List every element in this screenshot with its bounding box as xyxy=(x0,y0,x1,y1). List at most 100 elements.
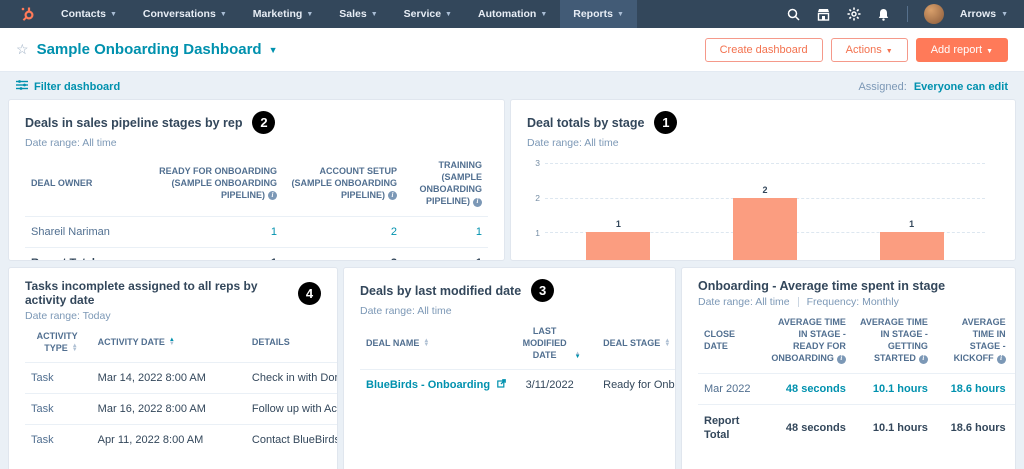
external-link-icon[interactable] xyxy=(497,379,506,391)
sort-icon[interactable]: ▲ ▼ xyxy=(72,343,78,352)
bar-training[interactable]: 1 xyxy=(879,219,944,260)
info-icon[interactable]: i xyxy=(918,354,928,364)
column-header[interactable]: TRAINING (SAMPLE ONBOARDING PIPELINE) i xyxy=(403,151,488,216)
table-row-total: Report Total 1 2 1 xyxy=(25,246,488,260)
bar-value-label: 1 xyxy=(615,219,621,230)
user-avatar[interactable] xyxy=(923,4,944,24)
info-icon[interactable]: i xyxy=(996,354,1006,364)
total-cell: 2 xyxy=(283,246,403,260)
details-cell: Check in with Donna on template re-cr xyxy=(211,362,337,394)
y-tick: 1 xyxy=(535,227,540,238)
card-deal-totals-by-stage: Deal totals by stage 1 Date range: All t… xyxy=(510,99,1016,261)
page-title: Sample Onboarding Dashboard xyxy=(36,41,262,58)
divider xyxy=(797,297,799,307)
column-header[interactable]: AVERAGE TIME IN STAGE - GETTING STARTED i xyxy=(852,308,934,373)
date-range-label: Date range: All time xyxy=(698,296,790,308)
actions-button[interactable]: Actions ▼ xyxy=(830,37,908,62)
bar-value-label: 2 xyxy=(762,184,768,195)
chevron-down-icon: ▼ xyxy=(540,10,548,18)
chevron-down-icon: ▼ xyxy=(986,47,993,55)
date-range-label: Date range: All time xyxy=(360,305,452,317)
bar-account-setup[interactable]: 2 xyxy=(733,185,797,260)
column-header[interactable]: AVERAGE TIME IN STAGE - KICKOFF i xyxy=(934,308,1012,373)
info-icon[interactable]: i xyxy=(836,354,846,364)
bar-value-label: 1 xyxy=(909,219,915,230)
deal-count-link[interactable]: 2 xyxy=(391,226,397,238)
plot-area: 1 2 1 xyxy=(545,163,985,260)
details-cell: Follow up with Access point for integra xyxy=(211,393,337,425)
bar-ready-for-onboarding[interactable]: 1 xyxy=(586,219,651,260)
deal-stage-cell: Ready for Onboarding (Sample On xyxy=(587,369,675,401)
column-header[interactable]: DEAL OWNER xyxy=(25,151,133,216)
nav-item-contacts[interactable]: Contacts ▼ xyxy=(48,0,130,28)
activity-type-cell: Task xyxy=(25,393,84,425)
card-title: Deals by last modified date xyxy=(360,283,522,298)
table-row: BlueBirds - Onboarding 3/11/2022 Ready f… xyxy=(360,369,675,401)
nav-menu: Contacts ▼ Conversations ▼ Marketing ▼ Sale… xyxy=(48,0,637,28)
nav-item-service[interactable]: Service ▼ xyxy=(391,0,465,28)
sort-icon[interactable]: ▲ ▼ xyxy=(169,337,175,346)
total-cell: 10.1 hours xyxy=(851,403,934,452)
activity-date-cell: Mar 14, 2022 8:00 AM xyxy=(83,362,212,394)
annotation-badge-3: 3 xyxy=(531,279,555,302)
column-header[interactable]: LAST MODIFIED DATE ▲ ▼ xyxy=(512,317,587,370)
gear-icon[interactable] xyxy=(847,7,861,21)
add-report-button[interactable]: Add report ▼ xyxy=(915,37,1008,62)
deals-by-rep-table: DEAL OWNER READY FOR ONBOARDING (SAMPLE … xyxy=(25,151,488,260)
nav-item-marketing[interactable]: Marketing ▼ xyxy=(240,0,327,28)
date-range-label: Date range: All time xyxy=(25,137,117,149)
column-header[interactable]: CLOSE DATE xyxy=(698,308,761,373)
bell-icon[interactable] xyxy=(877,7,891,21)
y-tick: 3 xyxy=(535,158,540,168)
column-header[interactable]: ACCOUNT SETUP (SAMPLE ONBOARDING PIPELIN… xyxy=(283,151,403,216)
marketplace-icon[interactable] xyxy=(817,7,831,21)
sort-icon[interactable]: ▲ ▼ xyxy=(423,338,429,347)
chevron-down-icon: ▼ xyxy=(885,47,893,55)
table-row: Task Mar 16, 2022 8:00 AM Follow up with… xyxy=(25,393,337,425)
column-header[interactable]: DETAILS xyxy=(212,322,337,363)
column-header[interactable]: ACTIVITY TYPE ▲ ▼ xyxy=(25,322,84,363)
report-total-label: Report Total xyxy=(25,246,133,260)
favorite-star-icon[interactable]: ☆ xyxy=(16,41,29,58)
column-header[interactable]: AVERAGE TIME IN STAGE - READY FOR ONBOAR… xyxy=(761,308,852,373)
card-deals-by-rep: Deals in sales pipeline stages by rep 2 … xyxy=(8,99,505,261)
deal-count-link[interactable]: 1 xyxy=(476,226,482,238)
column-header[interactable]: DEAL NAME ▲ ▼ xyxy=(360,317,512,370)
top-nav: Contacts ▼ Conversations ▼ Marketing ▼ Sale… xyxy=(0,0,1024,28)
column-header[interactable]: AVERAGE TIME IN STAGE - ACCOUNT SETUPi xyxy=(1012,308,1015,373)
card-title: Onboarding - Average time spent in stage xyxy=(698,279,946,293)
chevron-down-icon: ▼ xyxy=(370,10,378,18)
chevron-down-icon: ▼ xyxy=(109,10,117,18)
account-menu[interactable]: Arrows ▼ xyxy=(960,8,1018,20)
search-icon[interactable] xyxy=(787,7,801,21)
activity-date-cell: Apr 11, 2022 8:00 AM xyxy=(83,424,212,456)
date-range-label: Date range: Today xyxy=(25,310,111,322)
column-header[interactable]: DEAL STAGE ▲ ▼ xyxy=(587,317,675,370)
deal-owner-cell: Shareil Nariman xyxy=(25,215,133,248)
nav-item-sales[interactable]: Sales ▼ xyxy=(326,0,390,28)
sort-icon[interactable]: ▲ ▼ xyxy=(575,351,581,360)
sort-icon[interactable]: ▲ ▼ xyxy=(664,338,670,347)
info-icon[interactable]: i xyxy=(388,191,397,201)
filter-dashboard-button[interactable]: Filter dashboard xyxy=(16,80,120,93)
chevron-down-icon: ▼ xyxy=(219,10,227,18)
dashboard-switcher-caret-icon[interactable]: ▼ xyxy=(269,45,278,55)
assigned-value-link[interactable]: Everyone can edit xyxy=(914,81,1008,93)
info-icon[interactable]: i xyxy=(268,191,277,201)
details-cell: Contact BlueBirds for template reivew xyxy=(211,424,337,456)
column-header[interactable]: READY FOR ONBOARDING (SAMPLE ONBOARDING … xyxy=(133,151,283,216)
deal-name-link[interactable]: BlueBirds - Onboarding xyxy=(366,379,490,391)
avg-time-link[interactable]: 48 seconds xyxy=(786,383,846,395)
info-icon[interactable]: i xyxy=(473,197,482,207)
create-dashboard-button[interactable]: Create dashboard xyxy=(704,37,823,62)
nav-item-label: Service xyxy=(403,8,442,20)
nav-item-automation[interactable]: Automation ▼ xyxy=(465,0,560,28)
column-header[interactable]: ACTIVITY DATE ▲ ▼ xyxy=(84,322,212,363)
hubspot-logo-icon[interactable] xyxy=(8,0,48,28)
avg-time-link[interactable]: 10.1 hours xyxy=(873,383,928,395)
avg-time-link[interactable]: 18.6 hours xyxy=(951,383,1006,395)
deal-count-link[interactable]: 1 xyxy=(271,226,277,238)
dashboard-header: ☆ Sample Onboarding Dashboard ▼ Create d… xyxy=(0,28,1024,72)
nav-item-conversations[interactable]: Conversations ▼ xyxy=(130,0,240,28)
nav-item-reports[interactable]: Reports ▼ xyxy=(560,0,637,28)
